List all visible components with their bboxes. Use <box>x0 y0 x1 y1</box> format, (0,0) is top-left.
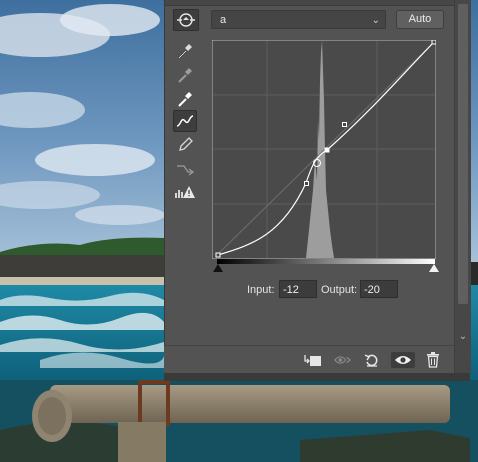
gray-point-eyedropper-icon[interactable] <box>173 64 197 86</box>
input-gradient-bar <box>217 259 435 264</box>
channel-value: a <box>220 14 227 26</box>
curve-point[interactable] <box>431 40 436 45</box>
black-point-eyedropper-icon[interactable] <box>173 40 197 62</box>
auto-button[interactable]: Auto <box>396 10 444 29</box>
input-label: Input: <box>247 284 275 296</box>
reset-icon[interactable] <box>363 352 381 368</box>
clip-to-layer-icon[interactable] <box>304 352 322 368</box>
white-point-slider[interactable] <box>429 264 439 272</box>
curve-point[interactable] <box>215 252 221 258</box>
smooth-curve-icon[interactable] <box>173 158 197 180</box>
on-image-adjust-icon[interactable] <box>173 9 199 31</box>
chevron-down-icon: ⌄ <box>371 15 380 26</box>
panel-header-strip <box>165 0 455 6</box>
white-point-eyedropper-icon[interactable] <box>173 88 197 110</box>
panel-bottom-border <box>164 373 470 381</box>
visibility-eye-icon[interactable] <box>391 352 415 368</box>
curve-points-icon[interactable] <box>173 110 197 132</box>
scroll-down-arrow-icon[interactable]: ⌄ <box>458 332 468 342</box>
curves-graph[interactable] <box>212 40 436 259</box>
channel-select[interactable]: a ⌄ <box>211 10 386 29</box>
clipping-warning-icon[interactable] <box>173 181 197 203</box>
pencil-draw-icon[interactable] <box>173 134 197 156</box>
scrollbar-thumb[interactable] <box>458 4 468 304</box>
black-point-slider[interactable] <box>213 264 223 272</box>
curve-point[interactable] <box>342 122 347 127</box>
curve-point[interactable] <box>304 181 309 186</box>
panel-scrollbar[interactable]: ⌄ <box>454 0 471 373</box>
output-label: Output: <box>321 284 358 296</box>
curve-point-selected[interactable] <box>324 147 330 153</box>
output-field[interactable]: -20 <box>360 280 398 298</box>
input-field[interactable]: -12 <box>279 280 317 298</box>
trash-icon[interactable] <box>424 352 442 368</box>
view-previous-state-icon[interactable] <box>334 352 352 368</box>
